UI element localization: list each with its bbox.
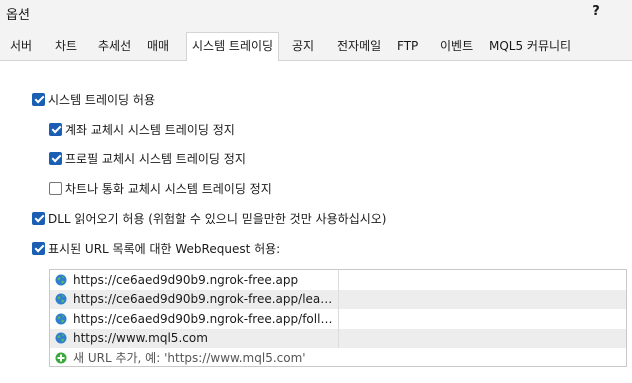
tab-trade[interactable]: 매매 bbox=[147, 37, 169, 61]
allow-dll-imports-label: DLL 읽어오기 허용 (위험할 수 있으니 믿을만한 것만 사용하십시오) bbox=[48, 211, 387, 226]
url-text: https://ce6aed9d90b9.ngrok-free.app/lead… bbox=[73, 292, 338, 307]
tab-strip: 서버 차트 추세선 매매 시스템 트레이딩 공지 전자메일 FTP 이벤트 MQ… bbox=[0, 26, 632, 62]
globe-icon bbox=[55, 274, 67, 286]
stop-on-chart-change-label: 차트나 통화 교체시 시스템 트레이딩 정지 bbox=[65, 181, 272, 196]
url-text: https://ce6aed9d90b9.ngrok-free.app/foll… bbox=[73, 311, 338, 326]
tab-notifications[interactable]: 공지 bbox=[292, 37, 314, 61]
allow-system-trading-checkbox[interactable] bbox=[32, 92, 45, 106]
tab-email[interactable]: 전자메일 bbox=[337, 37, 381, 61]
add-url-placeholder: 새 URL 추가, 예: 'https://www.mql5.com' bbox=[73, 351, 306, 365]
webrequest-url-list[interactable]: https://ce6aed9d90b9.ngrok-free.app http… bbox=[49, 269, 627, 367]
tab-chart[interactable]: 차트 bbox=[55, 37, 77, 61]
stop-on-account-change-checkbox[interactable] bbox=[49, 122, 62, 136]
globe-icon bbox=[55, 293, 67, 305]
stop-on-profile-change-label: 프로필 교체시 시스템 트레이딩 정지 bbox=[65, 151, 246, 166]
allow-webrequest-option[interactable]: 표시된 URL 목록에 대한 WebRequest 허용: bbox=[32, 239, 280, 257]
window-title: 옵션 bbox=[6, 8, 30, 23]
title-bar: 옵션 ? bbox=[0, 0, 632, 26]
url-text: https://www.mql5.com bbox=[73, 331, 208, 346]
plus-icon bbox=[55, 352, 67, 363]
tab-events[interactable]: 이벤트 bbox=[440, 37, 473, 61]
stop-on-profile-change-checkbox[interactable] bbox=[49, 151, 62, 165]
url-text: https://ce6aed9d90b9.ngrok-free.app bbox=[73, 272, 299, 287]
url-list-item[interactable]: https://ce6aed9d90b9.ngrok-free.app/foll… bbox=[50, 309, 626, 329]
allow-system-trading-label: 시스템 트레이딩 허용 bbox=[48, 92, 155, 107]
url-list-item[interactable]: https://www.mql5.com bbox=[50, 328, 626, 348]
system-trading-panel: 시스템 트레이딩 허용 계좌 교체시 시스템 트레이딩 정지 프로필 교체시 시… bbox=[0, 61, 632, 383]
globe-icon bbox=[55, 332, 67, 344]
allow-system-trading-option[interactable]: 시스템 트레이딩 허용 bbox=[32, 90, 155, 108]
stop-on-chart-change-option[interactable]: 차트나 통화 교체시 시스템 트레이딩 정지 bbox=[49, 179, 272, 197]
url-list-item[interactable]: https://ce6aed9d90b9.ngrok-free.app bbox=[50, 270, 626, 290]
stop-on-chart-change-checkbox[interactable] bbox=[49, 181, 62, 195]
allow-dll-imports-checkbox[interactable] bbox=[32, 211, 45, 225]
tab-system-trading[interactable]: 시스템 트레이딩 bbox=[186, 32, 280, 62]
stop-on-account-change-option[interactable]: 계좌 교체시 시스템 트레이딩 정지 bbox=[49, 120, 235, 138]
tab-server[interactable]: 서버 bbox=[10, 37, 32, 61]
url-list-item[interactable]: https://ce6aed9d90b9.ngrok-free.app/lead… bbox=[50, 289, 626, 309]
help-button[interactable]: ? bbox=[586, 2, 606, 22]
tab-trendline[interactable]: 추세선 bbox=[98, 37, 131, 61]
allow-webrequest-label: 표시된 URL 목록에 대한 WebRequest 허용: bbox=[48, 241, 281, 256]
tab-ftp[interactable]: FTP bbox=[397, 37, 418, 61]
allow-webrequest-checkbox[interactable] bbox=[32, 241, 45, 255]
tab-mql5-community[interactable]: MQL5 커뮤니티 bbox=[489, 37, 571, 61]
add-url-row[interactable]: 새 URL 추가, 예: 'https://www.mql5.com' bbox=[50, 348, 626, 367]
allow-dll-imports-option[interactable]: DLL 읽어오기 허용 (위험할 수 있으니 믿을만한 것만 사용하십시오) bbox=[32, 209, 387, 227]
stop-on-profile-change-option[interactable]: 프로필 교체시 시스템 트레이딩 정지 bbox=[49, 149, 246, 167]
stop-on-account-change-label: 계좌 교체시 시스템 트레이딩 정지 bbox=[65, 122, 235, 137]
globe-icon bbox=[55, 313, 67, 325]
